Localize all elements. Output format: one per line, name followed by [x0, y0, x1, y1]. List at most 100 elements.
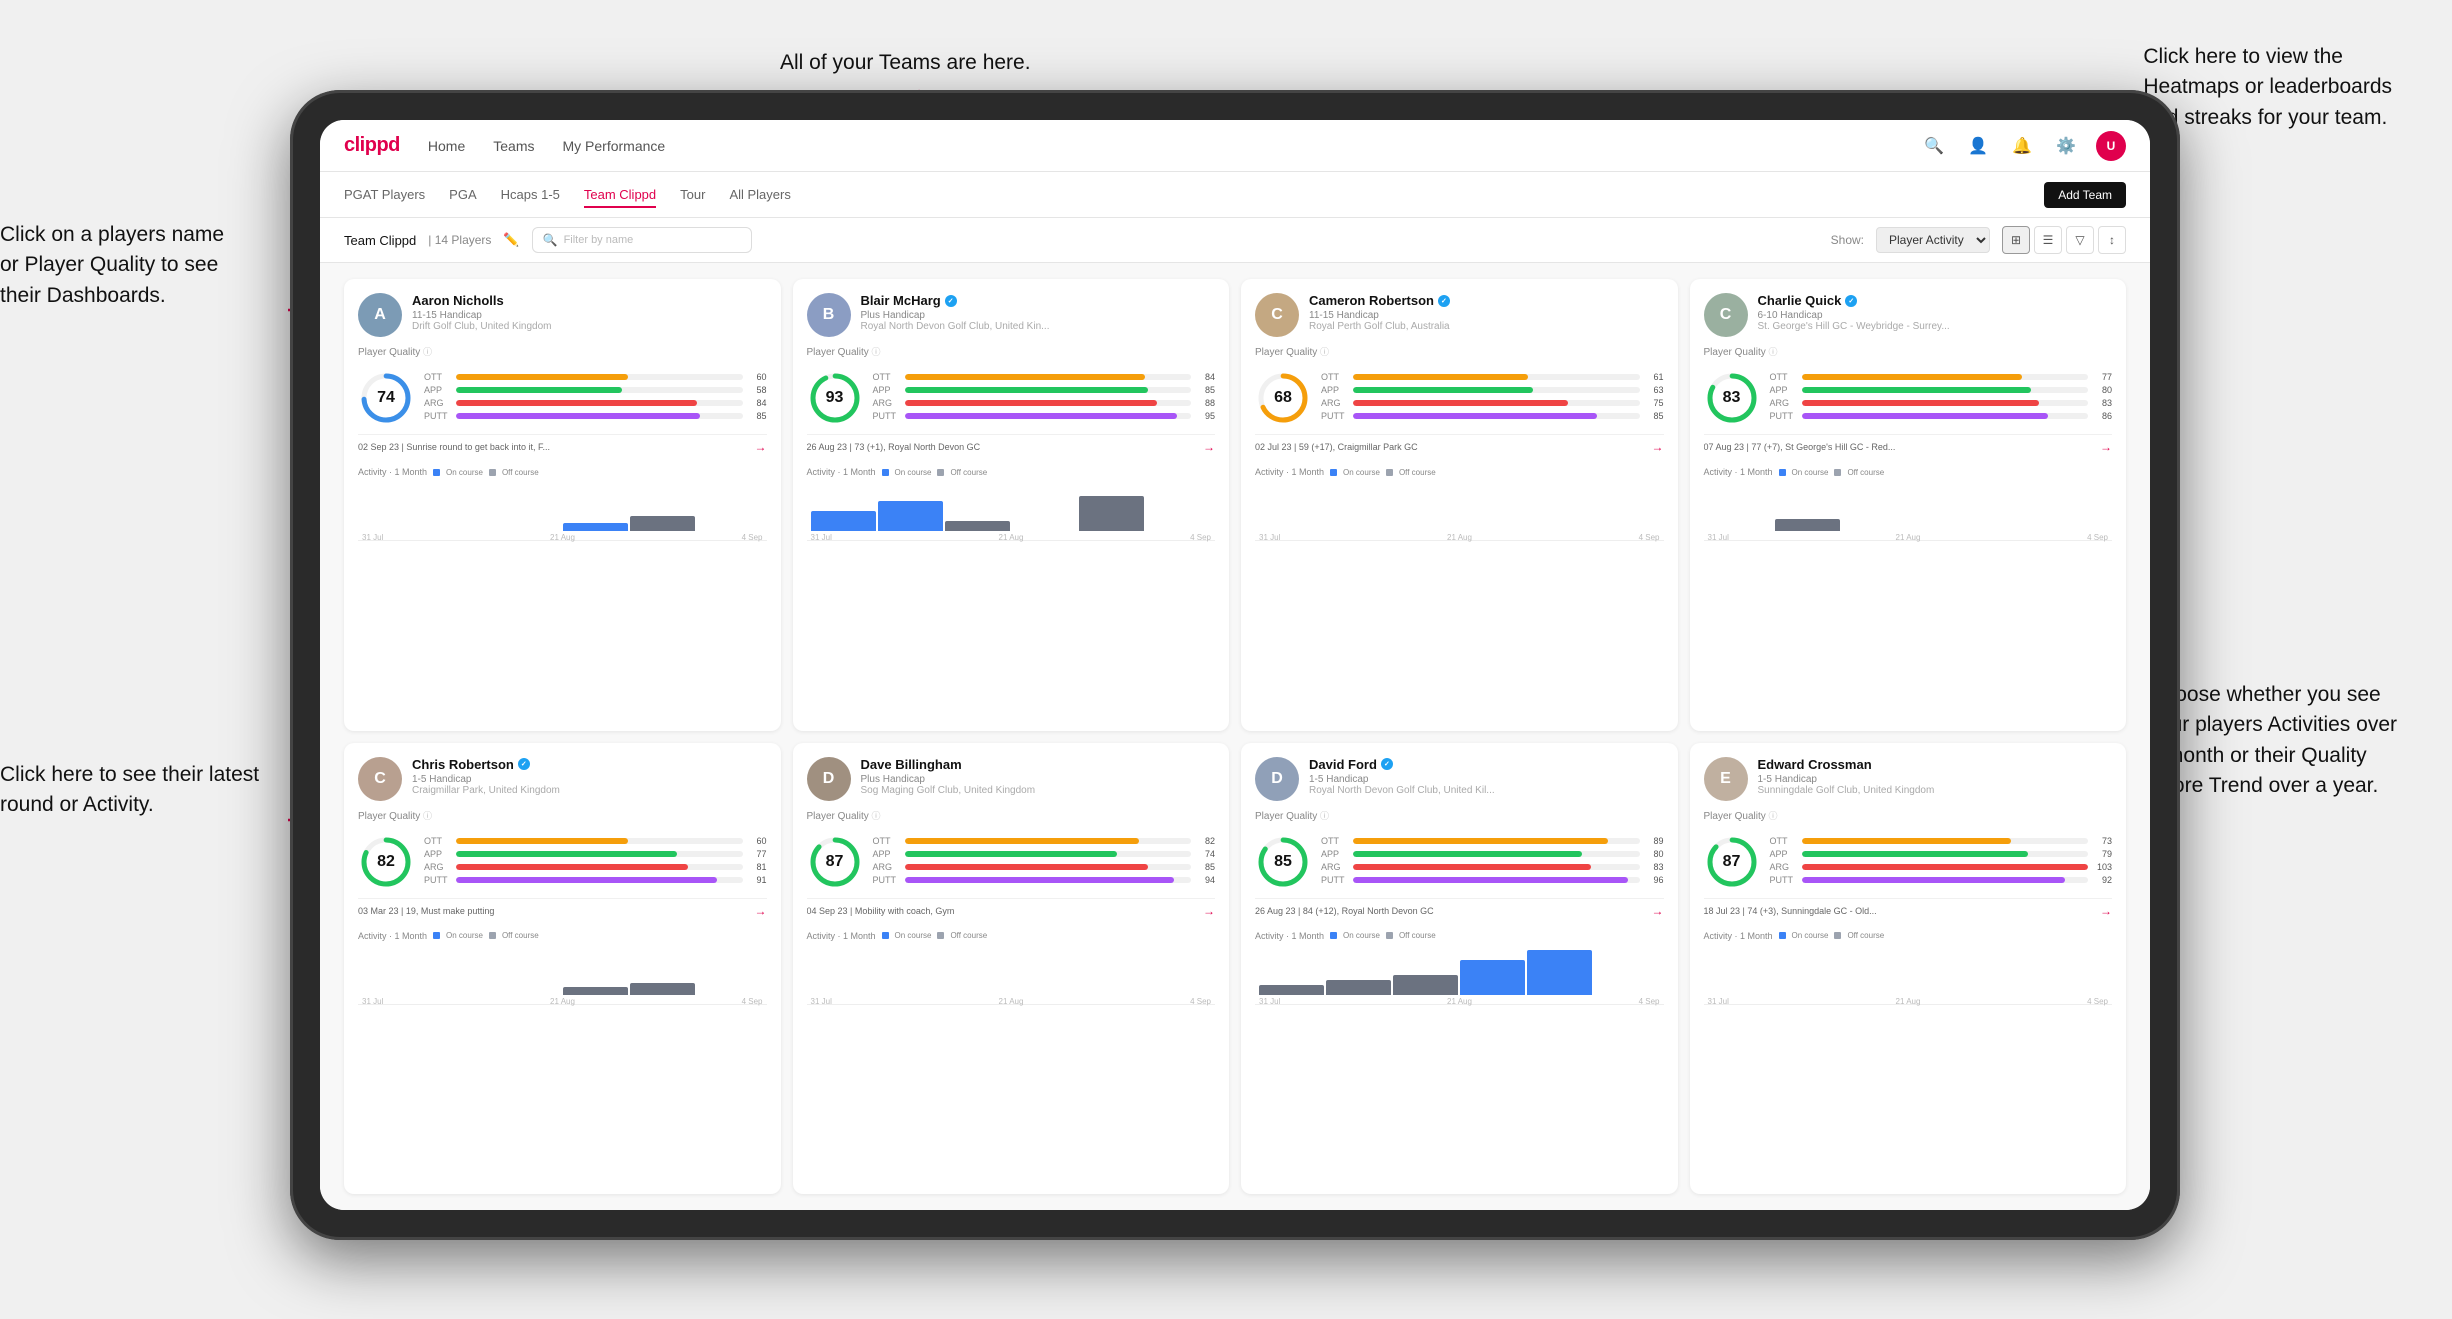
stat-row: PUTT 92 — [1770, 875, 2113, 885]
player-name[interactable]: Edward Crossman — [1758, 757, 2113, 772]
quality-section[interactable]: 85 OTT 89 APP 80 ARG 83 — [1255, 834, 1664, 890]
player-card[interactable]: C Cameron Robertson ✓ 11-15 Handicap Roy… — [1241, 279, 1678, 731]
stats-bars: OTT 61 APP 63 ARG 75 PUTT 8 — [1321, 372, 1664, 424]
edit-icon[interactable]: ✏️ — [503, 232, 519, 248]
quality-section[interactable]: 93 OTT 84 APP 85 ARG 88 — [807, 370, 1216, 426]
stat-row: APP 58 — [424, 385, 767, 395]
latest-round[interactable]: 26 Aug 23 | 73 (+1), Royal North Devon G… — [807, 434, 1216, 459]
latest-round[interactable]: 07 Aug 23 | 77 (+7), St George's Hill GC… — [1704, 434, 2113, 459]
round-arrow[interactable]: → — [1203, 440, 1215, 454]
activity-label: Activity · 1 Month On course Off course — [807, 467, 1216, 477]
quality-label: Player Quality ⓘ — [1255, 809, 1664, 822]
quality-label: Player Quality ⓘ — [807, 345, 1216, 358]
player-handicap: Plus Handicap — [861, 774, 1216, 785]
sort-button[interactable]: ↕ — [2098, 226, 2126, 254]
bell-icon[interactable]: 🔔 — [2008, 132, 2036, 160]
circle-score[interactable]: 87 — [1704, 834, 1760, 890]
latest-round[interactable]: 03 Mar 23 | 19, Must make putting → — [358, 898, 767, 923]
activity-section: Activity · 1 Month On course Off course … — [1704, 931, 2113, 1005]
player-info: Cameron Robertson ✓ 11-15 Handicap Royal… — [1309, 293, 1664, 332]
circle-score[interactable]: 83 — [1704, 370, 1760, 426]
ipad-screen: clippd Home Teams My Performance 🔍 👤 🔔 ⚙… — [320, 120, 2150, 1210]
nav-my-performance[interactable]: My Performance — [562, 134, 665, 158]
add-team-button[interactable]: Add Team — [2044, 182, 2126, 208]
round-arrow[interactable]: → — [755, 440, 767, 454]
subnav-team-clippd[interactable]: Team Clippd — [584, 183, 656, 208]
quality-section[interactable]: 87 OTT 73 APP 79 ARG 103 — [1704, 834, 2113, 890]
chart-dates: 31 Jul21 Aug4 Sep — [807, 531, 1216, 542]
sub-navigation: PGAT Players PGA Hcaps 1-5 Team Clippd T… — [320, 172, 2150, 218]
player-card[interactable]: D Dave Billingham Plus Handicap Sog Magi… — [793, 743, 1230, 1195]
quality-section[interactable]: 87 OTT 82 APP 74 ARG 85 — [807, 834, 1216, 890]
quality-section[interactable]: 74 OTT 60 APP 58 ARG 84 — [358, 370, 767, 426]
stat-row: OTT 89 — [1321, 836, 1664, 846]
round-arrow[interactable]: → — [2100, 904, 2112, 918]
player-card[interactable]: C Chris Robertson ✓ 1-5 Handicap Craigmi… — [344, 743, 781, 1195]
player-name[interactable]: David Ford ✓ — [1309, 757, 1664, 772]
subnav-hcaps[interactable]: Hcaps 1-5 — [501, 183, 560, 208]
latest-round[interactable]: 26 Aug 23 | 84 (+12), Royal North Devon … — [1255, 898, 1664, 923]
player-card[interactable]: E Edward Crossman 1-5 Handicap Sunningda… — [1690, 743, 2127, 1195]
off-course-legend — [489, 932, 496, 939]
player-count: | 14 Players — [428, 233, 491, 247]
latest-round[interactable]: 04 Sep 23 | Mobility with coach, Gym → — [807, 898, 1216, 923]
circle-score[interactable]: 68 — [1255, 370, 1311, 426]
stat-row: OTT 61 — [1321, 372, 1664, 382]
card-header: D Dave Billingham Plus Handicap Sog Magi… — [807, 757, 1216, 801]
quality-section[interactable]: 68 OTT 61 APP 63 ARG 75 — [1255, 370, 1664, 426]
stat-row: ARG 83 — [1321, 862, 1664, 872]
player-card[interactable]: B Blair McHarg ✓ Plus Handicap Royal Nor… — [793, 279, 1230, 731]
round-arrow[interactable]: → — [1203, 904, 1215, 918]
subnav-all-players[interactable]: All Players — [729, 183, 790, 208]
activity-label: Activity · 1 Month On course Off course — [1704, 467, 2113, 477]
view-icons: ⊞ ☰ ▽ ↕ — [2002, 226, 2126, 254]
quality-section[interactable]: 82 OTT 60 APP 77 ARG 81 — [358, 834, 767, 890]
subnav-tour[interactable]: Tour — [680, 183, 705, 208]
round-arrow[interactable]: → — [755, 904, 767, 918]
stat-row: OTT 73 — [1770, 836, 2113, 846]
show-select[interactable]: Player Activity — [1876, 227, 1990, 253]
quality-section[interactable]: 83 OTT 77 APP 80 ARG 83 — [1704, 370, 2113, 426]
nav-teams[interactable]: Teams — [493, 134, 534, 158]
activity-section: Activity · 1 Month On course Off course … — [1255, 467, 1664, 541]
search-icon[interactable]: 🔍 — [1920, 132, 1948, 160]
profile-icon[interactable]: 👤 — [1964, 132, 1992, 160]
nav-home[interactable]: Home — [428, 134, 465, 158]
search-box[interactable]: 🔍 Filter by name — [532, 227, 752, 253]
settings-icon[interactable]: ⚙️ — [2052, 132, 2080, 160]
round-text: 02 Sep 23 | Sunrise round to get back in… — [358, 442, 755, 452]
user-avatar[interactable]: U — [2096, 131, 2126, 161]
player-name[interactable]: Chris Robertson ✓ — [412, 757, 767, 772]
round-arrow[interactable]: → — [1652, 440, 1664, 454]
stat-row: PUTT 95 — [873, 411, 1216, 421]
player-card[interactable]: A Aaron Nicholls 11-15 Handicap Drift Go… — [344, 279, 781, 731]
player-name[interactable]: Dave Billingham — [861, 757, 1216, 772]
chart-bars — [1704, 945, 2113, 995]
player-name[interactable]: Aaron Nicholls — [412, 293, 767, 308]
subnav-pgat[interactable]: PGAT Players — [344, 183, 425, 208]
round-arrow[interactable]: → — [1652, 904, 1664, 918]
chart-dates: 31 Jul21 Aug4 Sep — [1255, 531, 1664, 542]
circle-score[interactable]: 93 — [807, 370, 863, 426]
latest-round[interactable]: 02 Jul 23 | 59 (+17), Craigmillar Park G… — [1255, 434, 1664, 459]
latest-round[interactable]: 18 Jul 23 | 74 (+3), Sunningdale GC - Ol… — [1704, 898, 2113, 923]
player-name[interactable]: Charlie Quick ✓ — [1758, 293, 2113, 308]
round-arrow[interactable]: → — [2100, 440, 2112, 454]
filter-button[interactable]: ▽ — [2066, 226, 2094, 254]
circle-score[interactable]: 74 — [358, 370, 414, 426]
player-card[interactable]: D David Ford ✓ 1-5 Handicap Royal North … — [1241, 743, 1678, 1195]
player-info: Dave Billingham Plus Handicap Sog Maging… — [861, 757, 1216, 796]
on-course-legend — [433, 469, 440, 476]
player-card[interactable]: C Charlie Quick ✓ 6-10 Handicap St. Geor… — [1690, 279, 2127, 731]
circle-score[interactable]: 82 — [358, 834, 414, 890]
latest-round[interactable]: 02 Sep 23 | Sunrise round to get back in… — [358, 434, 767, 459]
circle-score[interactable]: 85 — [1255, 834, 1311, 890]
grid-view-button[interactable]: ⊞ — [2002, 226, 2030, 254]
activity-section: Activity · 1 Month On course Off course … — [1704, 467, 2113, 541]
subnav-pga[interactable]: PGA — [449, 183, 476, 208]
ipad-frame: clippd Home Teams My Performance 🔍 👤 🔔 ⚙… — [290, 90, 2180, 1240]
list-view-button[interactable]: ☰ — [2034, 226, 2062, 254]
player-name[interactable]: Cameron Robertson ✓ — [1309, 293, 1664, 308]
circle-score[interactable]: 87 — [807, 834, 863, 890]
player-name[interactable]: Blair McHarg ✓ — [861, 293, 1216, 308]
